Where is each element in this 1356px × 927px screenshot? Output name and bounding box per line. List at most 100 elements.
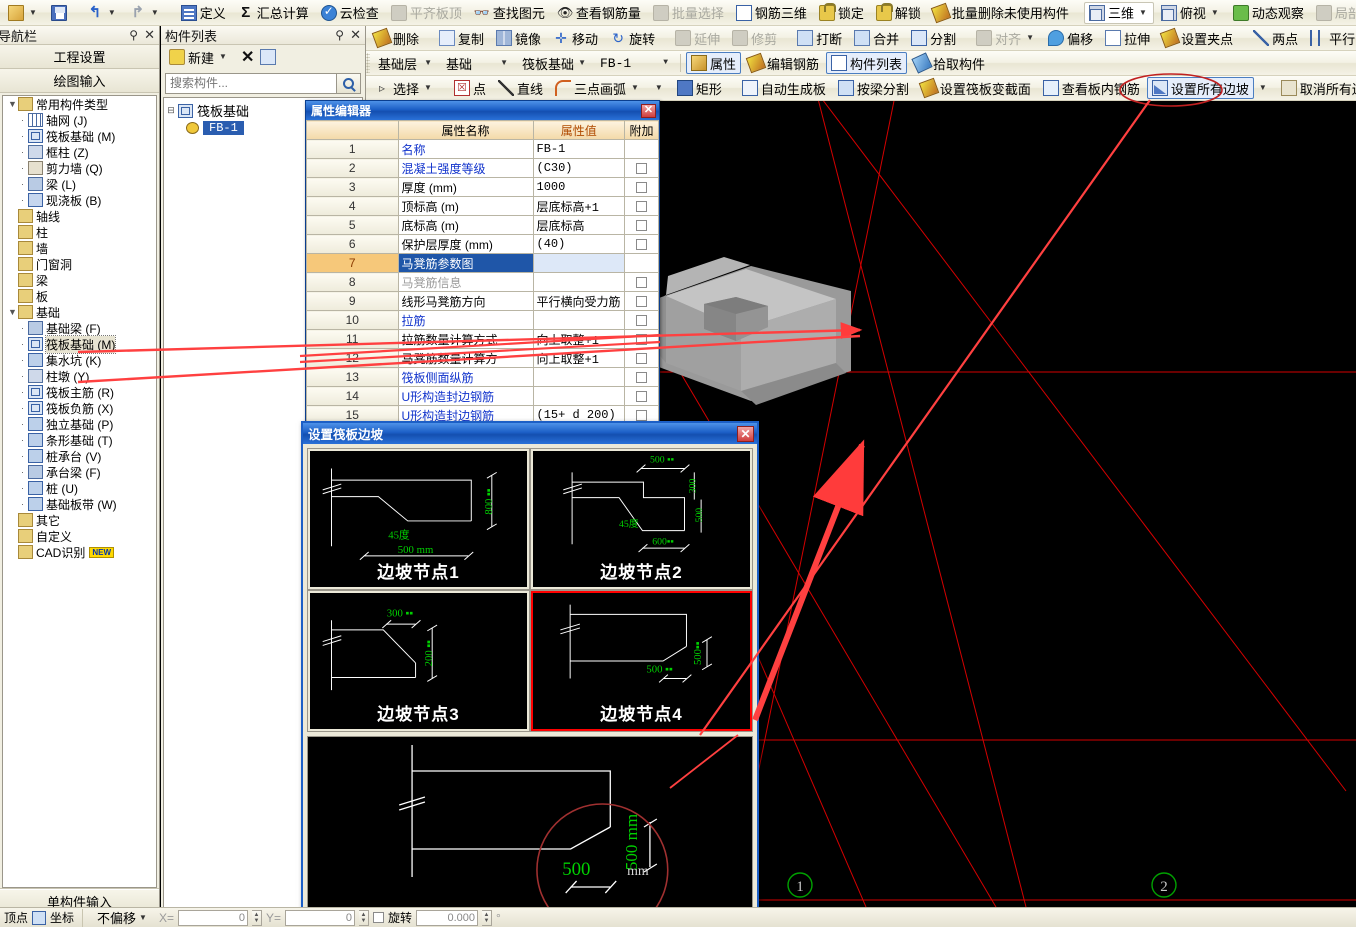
close-icon[interactable]: ✕ — [350, 27, 361, 43]
slope-node-4[interactable]: 500 ▪▪ 500▪▪ 边坡节点4 — [531, 591, 752, 731]
select-tool-button[interactable]: ▹ 选择 ▼ — [369, 77, 439, 99]
property-row-name[interactable]: U形构造封边钢筋 — [397, 405, 534, 421]
set-all-slopes-button[interactable]: 设置所有边坡 — [1146, 77, 1254, 99]
two-point-button[interactable]: 两点 — [1248, 27, 1303, 49]
nav-button-project-settings[interactable]: 工程设置 — [0, 45, 159, 69]
nav-tree-item-5[interactable]: · 梁 (L) — [3, 176, 156, 192]
property-row[interactable]: 15 U形构造封边钢筋 (15+ d 200) — [306, 405, 659, 421]
attach-checkbox[interactable] — [636, 315, 647, 327]
property-row-value[interactable]: 层底标高 — [532, 215, 625, 235]
local-3d-button[interactable]: 局部三维 — [1311, 2, 1356, 24]
extra-dropdown[interactable]: ▼ — [648, 77, 670, 99]
nav-tree-item-8[interactable]: 柱 — [3, 224, 156, 240]
attach-checkbox[interactable] — [636, 296, 647, 308]
batch-select-button[interactable]: 批量选择 — [648, 2, 729, 24]
nav-tree-item-28[interactable]: CAD识别 NEW — [3, 544, 156, 560]
undo-button[interactable]: ↰ ▼ — [82, 2, 123, 24]
property-row-attach[interactable] — [624, 215, 659, 235]
property-row[interactable]: 3 厚度 (mm) 1000 — [306, 177, 659, 197]
property-row-attach[interactable] — [624, 177, 659, 197]
property-row[interactable]: 13 筏板侧面纵筋 — [306, 367, 659, 387]
property-row-attach[interactable] — [624, 329, 659, 349]
property-row[interactable]: 4 顶标高 (m) 层底标高+1 — [306, 196, 659, 216]
extend-button[interactable]: 延伸 — [670, 27, 725, 49]
pick-component-button[interactable]: 拾取构件 — [909, 52, 990, 74]
search-button[interactable] — [337, 72, 361, 94]
offset-mode-select[interactable]: 不偏移 ▼ — [92, 908, 154, 927]
component-select[interactable]: FB-1 ▼ — [595, 52, 675, 74]
nav-tree-item-2[interactable]: · 筏板基础 (M) — [3, 128, 156, 144]
slope-node-1[interactable]: 45度 800 ▪▪ 500 mm 边坡节点1 — [308, 449, 529, 589]
nav-tree-item-25[interactable]: · 基础板带 (W) — [3, 496, 156, 512]
stretch-button[interactable]: 拉伸 — [1100, 27, 1155, 49]
split-by-beam-button[interactable]: 按梁分割 — [833, 77, 914, 99]
mirror-button[interactable]: 镜像 — [491, 27, 546, 49]
copy-icon[interactable] — [260, 49, 277, 65]
slope-node-2[interactable]: 500 ▪▪ 300 500 600▪▪ 45度 边坡节点2 — [531, 449, 752, 589]
property-row-value[interactable]: FB-1 — [532, 139, 625, 159]
property-row-name[interactable]: 混凝土强度等级 — [397, 158, 534, 178]
property-row-attach[interactable] — [624, 253, 659, 273]
nav-tree-item-3[interactable]: · 框柱 (Z) — [3, 144, 156, 160]
property-row-value[interactable] — [532, 310, 625, 330]
property-row-value[interactable]: (15+ d 200) — [532, 405, 625, 421]
navigation-tree[interactable]: ▼ 常用构件类型 · 轴网 (J) · 筏板基础 (M) · 框柱 (Z) · 剪力墙 (Q) · 梁… — [2, 95, 157, 888]
property-row-name[interactable]: 拉筋 — [397, 310, 534, 330]
property-row-name[interactable]: U形构造封边钢筋 — [397, 386, 534, 406]
line-tool-button[interactable]: 直线 — [493, 77, 548, 99]
rebar-3d-button[interactable]: 钢筋三维 — [731, 2, 812, 24]
pin-icon[interactable]: ⚲ — [335, 28, 344, 42]
property-row-value[interactable]: 层底标高+1 — [532, 196, 625, 216]
nav-tree-item-22[interactable]: · 桩承台 (V) — [3, 448, 156, 464]
nav-tree-item-11[interactable]: 梁 — [3, 272, 156, 288]
move-button[interactable]: ✛ 移动 — [548, 27, 603, 49]
summary-calc-button[interactable]: Σ 汇总计算 — [233, 2, 314, 24]
pin-icon[interactable]: ⚲ — [129, 28, 138, 42]
raft-foundation-3d-solid[interactable] — [656, 257, 851, 405]
save-button[interactable] — [46, 2, 72, 24]
property-row-value[interactable]: 平行横向受力筋 — [532, 291, 625, 311]
property-row-name[interactable]: 马凳筋参数图 — [397, 253, 534, 273]
nav-tree-item-14[interactable]: · 基础梁 (F) — [3, 320, 156, 336]
property-row-value[interactable] — [532, 272, 625, 292]
property-row-attach[interactable] — [624, 234, 659, 254]
view-slab-rebar-button[interactable]: 查看板内钢筋 — [1038, 77, 1145, 99]
set-raft-slope-dialog[interactable]: 设置筏板边坡 ✕ 45度 800 ▪▪ 500 mm 边坡节点1 500 ▪▪ … — [301, 421, 759, 927]
set-grip-button[interactable]: 设置夹点 — [1157, 27, 1238, 49]
expander-icon[interactable]: ▼ — [7, 99, 18, 109]
property-row-attach[interactable] — [624, 291, 659, 311]
nav-tree-item-0[interactable]: ▼ 常用构件类型 — [3, 96, 156, 112]
property-row-attach[interactable] — [624, 158, 659, 178]
property-row-attach[interactable] — [624, 367, 659, 387]
property-row-attach[interactable] — [624, 310, 659, 330]
parallel-button[interactable]: 平行 — [1305, 27, 1356, 49]
slope-node-3[interactable]: 300 ▪▪ 200 ▪▪ 边坡节点3 — [308, 591, 529, 731]
property-row-attach[interactable] — [624, 139, 659, 159]
close-icon[interactable]: ✕ — [737, 425, 754, 442]
property-row-name[interactable]: 马凳筋信息 — [397, 272, 534, 292]
nav-tree-item-10[interactable]: 门窗洞 — [3, 256, 156, 272]
view-3d-button[interactable]: 三维 ▼ — [1083, 1, 1154, 24]
nav-tree-item-1[interactable]: · 轴网 (J) — [3, 112, 156, 128]
property-row-attach[interactable] — [624, 386, 659, 406]
nav-tree-item-7[interactable]: 轴线 — [3, 208, 156, 224]
nav-tree-item-23[interactable]: · 承台梁 (F) — [3, 464, 156, 480]
property-row-value[interactable] — [532, 253, 625, 273]
nav-tree-item-18[interactable]: · 筏板主筋 (R) — [3, 384, 156, 400]
y-offset-spinner[interactable]: ▲ ▼ — [359, 909, 369, 926]
nav-tree-item-27[interactable]: 自定义 — [3, 528, 156, 544]
nav-tree-item-9[interactable]: 墙 — [3, 240, 156, 256]
nav-tree-item-21[interactable]: · 条形基础 (T) — [3, 432, 156, 448]
property-row[interactable]: 12 马凳筋数量计算方 向上取整+1 — [306, 348, 659, 368]
rectangle-tool-button[interactable]: 矩形 — [672, 77, 727, 99]
property-table[interactable]: 属性名称 属性值 附加 1 名称 FB-1 2 混凝土强度等级 (C30) 3 厚度 (mm)… — [306, 120, 659, 421]
property-row-value[interactable]: (40) — [532, 234, 625, 254]
offset-button[interactable]: 偏移 — [1043, 27, 1098, 49]
trim-button[interactable]: 修剪 — [727, 27, 782, 49]
property-row-value[interactable]: 1000 — [532, 177, 625, 197]
attach-checkbox[interactable] — [636, 201, 647, 213]
properties-button[interactable]: 属性 — [686, 52, 742, 74]
property-row-attach[interactable] — [624, 196, 659, 216]
nav-tree-item-12[interactable]: 板 — [3, 288, 156, 304]
rotate-button[interactable]: ↻ 旋转 — [605, 27, 660, 49]
